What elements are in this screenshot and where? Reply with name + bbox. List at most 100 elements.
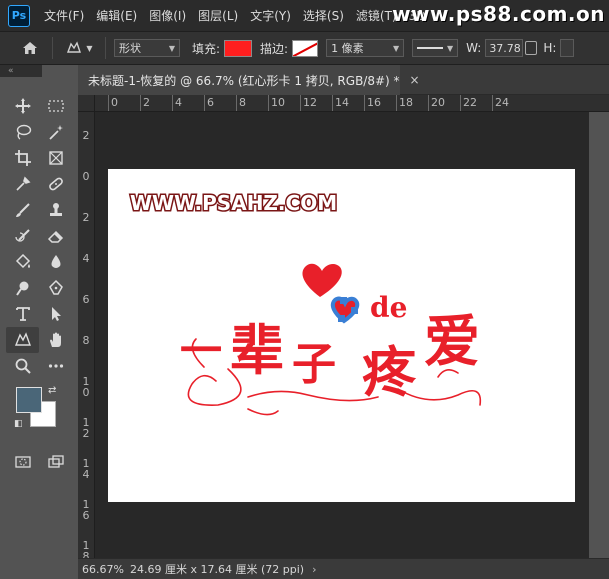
pen-icon <box>48 279 63 295</box>
stroke-type-select[interactable]: ▼ <box>412 39 459 57</box>
move-icon <box>14 98 31 114</box>
ruler-tick <box>300 95 301 111</box>
ruler-tick <box>140 95 141 111</box>
crop-icon <box>14 150 31 166</box>
chevron-down-icon: ▼ <box>392 43 400 53</box>
ruler-label: 1 6 <box>82 498 90 522</box>
ruler-label: 1 4 <box>82 457 90 481</box>
ruler-label: 0 <box>82 170 90 183</box>
ruler-tick <box>460 95 461 111</box>
menu-select[interactable]: 选择(S) <box>297 7 350 24</box>
tool-mode-select[interactable]: 形状 ▼ <box>114 39 180 57</box>
line-style-preview <box>417 47 443 49</box>
quick-mask-button[interactable] <box>6 449 39 475</box>
crop-tool[interactable] <box>6 145 39 171</box>
menu-edit[interactable]: 编辑(E) <box>90 7 143 24</box>
tools-panel: ⇄ ◧ <box>0 77 78 579</box>
path-select-icon <box>51 307 61 321</box>
menu-image[interactable]: 图像(I) <box>143 7 192 24</box>
zoom-tool[interactable] <box>6 353 39 379</box>
vertical-scrollbar[interactable] <box>589 112 609 558</box>
magic-wand-tool[interactable] <box>39 119 72 145</box>
eraser-tool[interactable] <box>39 223 72 249</box>
ruler-tick <box>172 95 173 111</box>
clone-stamp-tool[interactable] <box>39 197 72 223</box>
dodge-tool[interactable] <box>6 275 39 301</box>
pen-tool[interactable] <box>39 275 72 301</box>
marquee-icon <box>47 100 64 112</box>
ruler-tick <box>492 95 493 111</box>
stroke-width-value: 1 像素 <box>331 42 364 55</box>
tool-preset-picker[interactable]: ▼ <box>61 37 97 59</box>
tool-mode-value: 形状 <box>119 42 141 55</box>
brush-tool[interactable] <box>6 197 39 223</box>
de-text: de <box>370 291 407 324</box>
menu-type[interactable]: 文字(Y) <box>244 7 297 24</box>
custom-shape-tool[interactable] <box>6 327 39 353</box>
url-text: WWW.PSAHZ.COM <box>130 191 337 215</box>
stroke-color-swatch[interactable] <box>292 39 319 57</box>
zoom-level[interactable]: 66.67% <box>78 563 124 576</box>
swap-colors-icon[interactable]: ⇄ <box>48 385 56 396</box>
ruler-label: 2 <box>143 96 150 109</box>
site-watermark: www.ps88.com.on <box>392 2 605 26</box>
edit-toolbar-button[interactable] <box>39 353 72 379</box>
ruler-label: 2 <box>82 129 90 142</box>
menu-layer[interactable]: 图层(L) <box>192 7 244 24</box>
blur-tool[interactable] <box>39 249 72 275</box>
link-dimensions-icon[interactable] <box>525 41 538 55</box>
type-tool[interactable] <box>6 301 39 327</box>
ruler-label: 1 8 <box>82 539 90 558</box>
fill-color-swatch[interactable] <box>224 39 253 57</box>
screen-mode-button[interactable] <box>39 449 72 475</box>
stroke-width-field[interactable]: 1 像素 ▼ <box>326 39 405 57</box>
chevron-right-icon[interactable]: › <box>312 563 316 576</box>
eraser-icon <box>47 230 63 243</box>
separator <box>52 37 53 59</box>
history-brush-icon <box>14 229 30 242</box>
eyedropper-tool[interactable] <box>6 171 39 197</box>
horizontal-ruler[interactable]: 0 2 4 6 8 10 12 14 16 18 20 22 24 <box>95 95 609 112</box>
width-input[interactable]: 37.78 <box>485 39 524 57</box>
ruler-label: 12 <box>303 96 317 109</box>
artwork: WWW.PSAHZ.COM 一 辈 子 疼 爱 de <box>129 190 482 416</box>
marquee-tool[interactable] <box>39 93 72 119</box>
blur-icon <box>51 255 60 268</box>
path-selection-tool[interactable] <box>39 301 72 327</box>
hand-icon <box>49 332 61 347</box>
toolbar-collapse-button[interactable]: « <box>0 65 42 77</box>
title-char-3: 子 <box>292 339 336 390</box>
brush-icon <box>15 203 30 217</box>
ruler-label: 16 <box>367 96 381 109</box>
ruler-label: 1 2 <box>82 416 90 440</box>
height-input[interactable] <box>560 39 575 57</box>
eyedropper-icon <box>15 176 30 191</box>
ruler-label: 1 0 <box>82 375 90 399</box>
ruler-origin[interactable] <box>78 95 95 112</box>
chevron-down-icon: ▼ <box>168 43 175 53</box>
dodge-icon <box>15 281 28 296</box>
close-icon[interactable]: × <box>410 73 420 87</box>
foreground-color[interactable] <box>16 387 42 413</box>
home-button[interactable] <box>16 36 44 60</box>
frame-tool[interactable] <box>39 145 72 171</box>
ruler-label: 14 <box>335 96 349 109</box>
selected-heart-shape[interactable] <box>330 296 360 324</box>
menu-file[interactable]: 文件(F) <box>38 7 90 24</box>
document-canvas[interactable]: WWW.PSAHZ.COM 一 辈 子 疼 爱 de <box>108 169 575 502</box>
ruler-label: 2 <box>82 211 90 224</box>
hand-tool[interactable] <box>39 327 72 353</box>
ruler-label: 22 <box>463 96 477 109</box>
default-colors-icon[interactable]: ◧ <box>14 419 23 429</box>
screen-mode-icon <box>47 455 64 468</box>
paint-bucket-tool[interactable] <box>6 249 39 275</box>
zoom-icon <box>15 358 31 374</box>
lasso-tool[interactable] <box>6 119 39 145</box>
move-tool[interactable] <box>6 93 39 119</box>
history-brush-tool[interactable] <box>6 223 39 249</box>
document-tab[interactable]: 未标题-1-恢复的 @ 66.7% (红心形卡 1 拷贝, RGB/8#) * … <box>78 65 420 95</box>
ruler-tick <box>236 95 237 111</box>
vertical-ruler[interactable]: 2 0 2 4 6 8 1 0 1 2 1 4 1 6 1 8 <box>78 112 95 558</box>
healing-brush-tool[interactable] <box>39 171 72 197</box>
photoshop-logo[interactable]: Ps <box>8 4 30 27</box>
